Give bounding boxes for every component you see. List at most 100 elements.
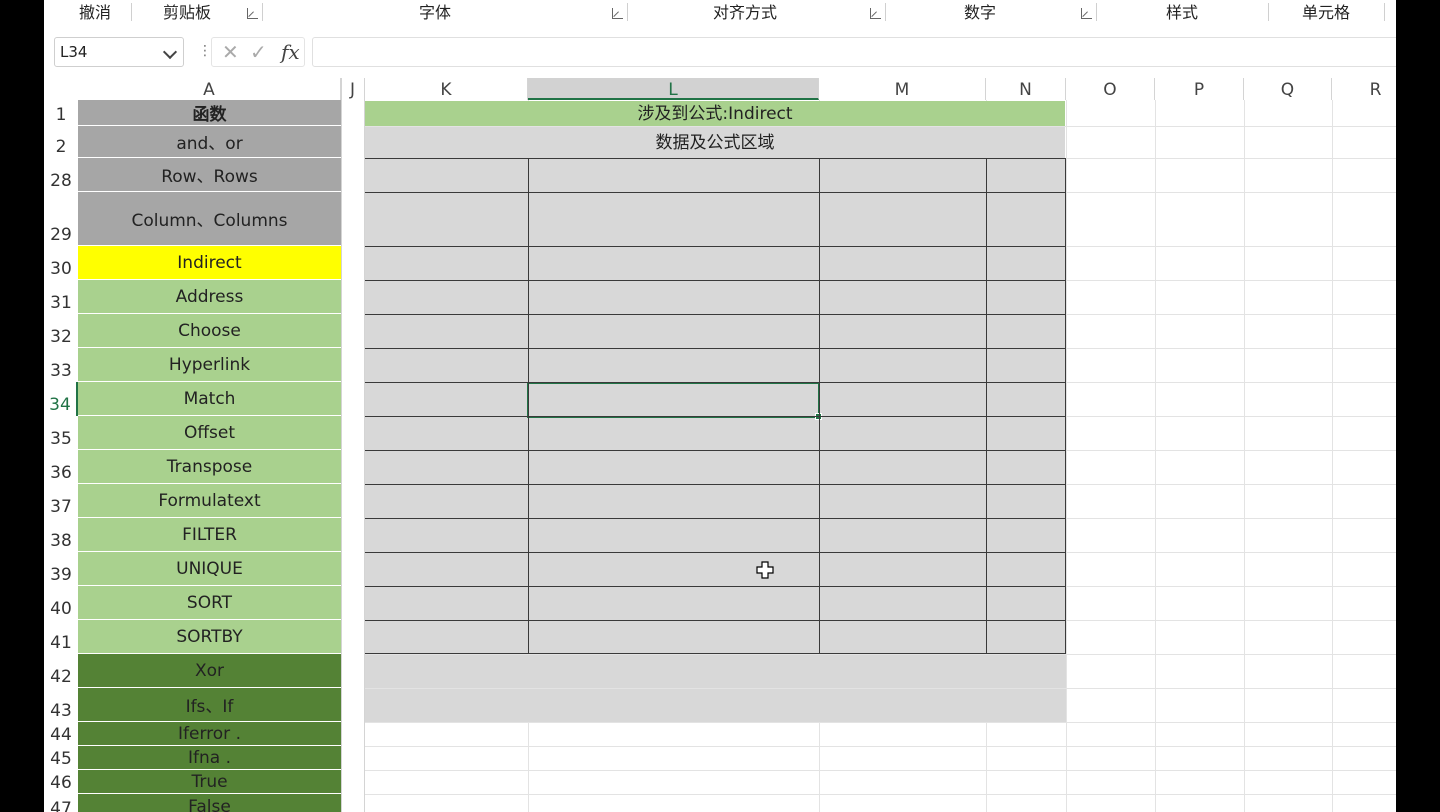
column-header-o[interactable]: O	[1066, 78, 1155, 100]
table-border	[365, 246, 1066, 247]
ribbon-divider	[885, 3, 886, 21]
cell-a45[interactable]: Ifna .	[78, 746, 341, 770]
table-border	[365, 620, 1066, 621]
column-header-q[interactable]: Q	[1244, 78, 1332, 100]
row-header-46[interactable]: 46	[44, 770, 78, 794]
cell-a28[interactable]: Row、Rows	[78, 158, 341, 192]
name-box-value: L34	[60, 43, 88, 61]
cell-a46[interactable]: True	[78, 770, 341, 794]
font-launcher-icon[interactable]	[612, 8, 623, 19]
row-header-1[interactable]: 1	[44, 100, 78, 126]
row-header-45[interactable]: 45	[44, 746, 78, 770]
formula-input[interactable]	[312, 37, 1396, 67]
table-border	[365, 518, 1066, 519]
column-header-k[interactable]: K	[365, 78, 528, 100]
cell-a30[interactable]: Indirect	[78, 246, 341, 280]
merged-subtitle-cell[interactable]: 数据及公式区域	[365, 127, 1065, 159]
active-cell-l34[interactable]	[527, 382, 822, 420]
ribbon-group-font[interactable]: 字体	[270, 0, 600, 26]
cell-a47[interactable]: False	[78, 794, 341, 812]
ribbon-group-styles[interactable]: 样式	[1104, 0, 1260, 26]
row-header-36[interactable]: 36	[44, 450, 78, 484]
cell-a36[interactable]: Transpose	[78, 450, 341, 484]
column-j-cells[interactable]	[341, 100, 365, 812]
gridline	[365, 126, 1396, 127]
cell-a29[interactable]: Column、Columns	[78, 192, 341, 246]
column-header-n[interactable]: N	[986, 78, 1066, 100]
cell-a44[interactable]: Iferror .	[78, 722, 341, 746]
row-header-2[interactable]: 2	[44, 126, 78, 158]
gridline	[365, 688, 1396, 689]
row-header-28[interactable]: 28	[44, 158, 78, 192]
column-header-j[interactable]: J	[341, 78, 365, 100]
row-header-32[interactable]: 32	[44, 314, 78, 348]
row-header-43[interactable]: 43	[44, 688, 78, 722]
cancel-icon[interactable]: ✕	[222, 40, 239, 64]
clipboard-launcher-icon[interactable]	[247, 8, 258, 19]
enter-icon[interactable]: ✓	[250, 40, 267, 64]
column-header-l[interactable]: L	[528, 78, 819, 100]
cell-a35[interactable]: Offset	[78, 416, 341, 450]
cell-a39[interactable]: UNIQUE	[78, 552, 341, 586]
cell-a1[interactable]: 函数	[78, 100, 341, 126]
ribbon-divider	[262, 3, 263, 21]
cell-a33[interactable]: Hyperlink	[78, 348, 341, 382]
table-border	[365, 314, 1066, 315]
row-header-40[interactable]: 40	[44, 586, 78, 620]
row-header-35[interactable]: 35	[44, 416, 78, 450]
cell-a37[interactable]: Formulatext	[78, 484, 341, 518]
gridline	[365, 746, 1396, 747]
row-header-34[interactable]: 34	[44, 382, 78, 416]
column-header-m[interactable]: M	[819, 78, 986, 100]
ribbon-group-clipboard[interactable]: 剪贴板	[139, 0, 235, 26]
table-border	[365, 552, 1066, 553]
ribbon-group-undo[interactable]: 撤消	[52, 0, 138, 26]
ribbon-group-number[interactable]: 数字	[893, 0, 1067, 26]
chevron-down-icon[interactable]	[162, 44, 178, 60]
alignment-launcher-icon[interactable]	[870, 8, 881, 19]
row-header-31[interactable]: 31	[44, 280, 78, 314]
cell-a41[interactable]: SORTBY	[78, 620, 341, 654]
cell-a42[interactable]: Xor	[78, 654, 341, 688]
gridline	[341, 78, 342, 812]
gridline	[365, 770, 1396, 771]
cell-a34[interactable]: Match	[78, 382, 341, 416]
table-border	[365, 348, 1066, 349]
cell-a2[interactable]: and、or	[78, 126, 341, 158]
cell-a31[interactable]: Address	[78, 280, 341, 314]
insert-function-icon[interactable]: fx	[281, 40, 300, 64]
row-header-37[interactable]: 37	[44, 484, 78, 518]
row-header-33[interactable]: 33	[44, 348, 78, 382]
cell-a32[interactable]: Choose	[78, 314, 341, 348]
row-header-38[interactable]: 38	[44, 518, 78, 552]
row-header-42[interactable]: 42	[44, 654, 78, 688]
column-header-r[interactable]: R	[1332, 78, 1396, 100]
number-launcher-icon[interactable]	[1081, 8, 1092, 19]
ribbon-divider	[627, 3, 628, 21]
data-formula-area[interactable]	[365, 159, 1066, 723]
row-header-29[interactable]: 29	[44, 192, 78, 246]
column-header-a[interactable]: A	[78, 78, 341, 100]
ribbon-group-alignment[interactable]: 对齐方式	[635, 0, 855, 26]
ribbon-group-cells[interactable]: 单元格	[1276, 0, 1376, 26]
column-header-p[interactable]: P	[1155, 78, 1244, 100]
cell-a38[interactable]: FILTER	[78, 518, 341, 552]
gridline	[365, 654, 1396, 655]
table-border	[365, 382, 1066, 383]
name-box[interactable]: L34	[54, 37, 184, 67]
merged-title-cell[interactable]: 涉及到公式:Indirect	[365, 101, 1065, 127]
row-header-39[interactable]: 39	[44, 552, 78, 586]
cell-a43[interactable]: Ifs、If	[78, 688, 341, 722]
table-border	[1065, 158, 1066, 654]
row-header-47[interactable]: 47	[44, 794, 78, 812]
table-border	[365, 586, 1066, 587]
table-border	[528, 158, 529, 654]
ribbon-divider	[131, 3, 132, 21]
cell-a40[interactable]: SORT	[78, 586, 341, 620]
table-border	[986, 158, 987, 654]
table-border	[365, 450, 1066, 451]
more-options-icon[interactable]: ⋮	[198, 43, 212, 59]
row-header-30[interactable]: 30	[44, 246, 78, 280]
row-header-44[interactable]: 44	[44, 722, 78, 746]
row-header-41[interactable]: 41	[44, 620, 78, 654]
